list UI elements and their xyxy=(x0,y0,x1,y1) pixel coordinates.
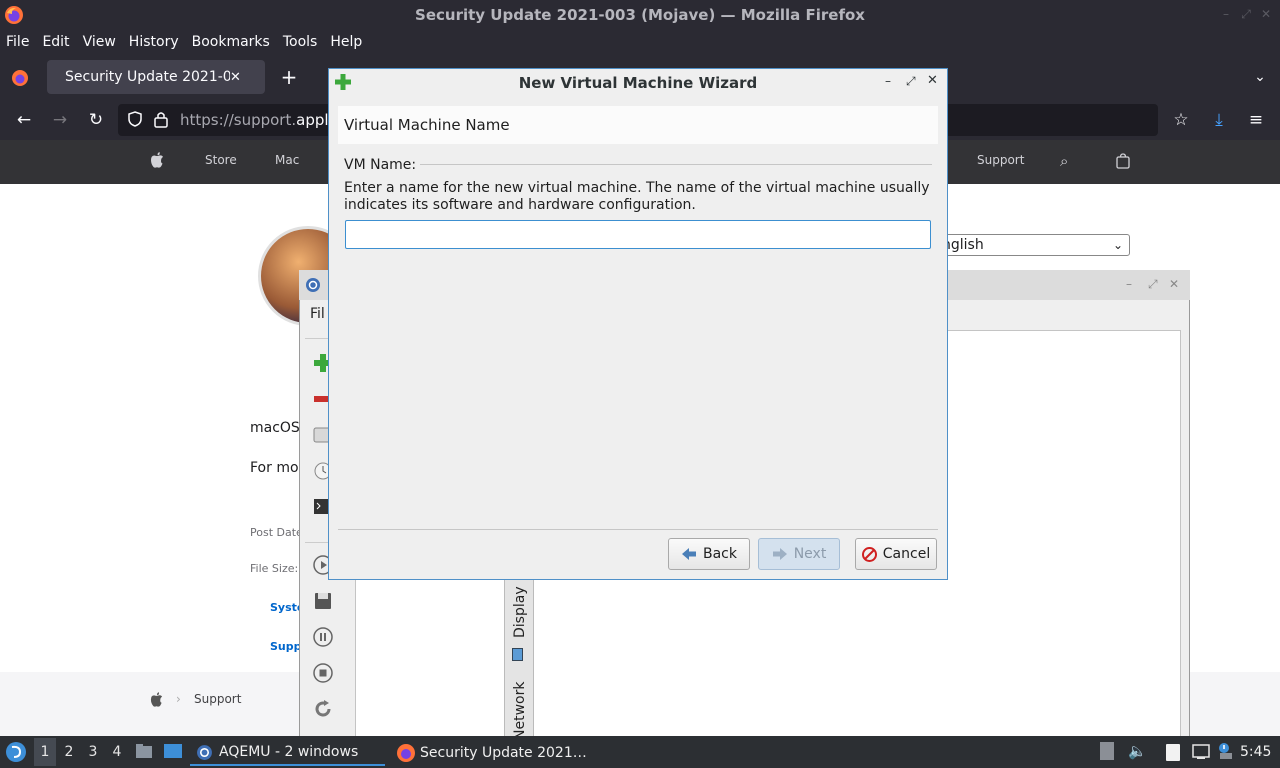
close-icon[interactable]: ✕ xyxy=(1259,7,1273,21)
wizard-maximize-icon[interactable]: ⤢ xyxy=(906,74,916,89)
menu-edit[interactable]: Edit xyxy=(42,34,69,50)
breadcrumb-chevron-icon: › xyxy=(176,692,181,706)
update-notifier-icon[interactable] xyxy=(1217,741,1235,761)
post-date-label: Post Date xyxy=(250,526,303,539)
next-arrow-icon xyxy=(772,547,788,561)
menu-file[interactable]: File xyxy=(6,34,29,50)
removable-drive-icon[interactable] xyxy=(1100,742,1114,760)
wizard-minimize-icon[interactable]: – xyxy=(885,74,891,88)
aqemu-app-icon xyxy=(306,278,320,292)
wizard-button-divider xyxy=(338,529,938,530)
taskbar-clock: 5:45 xyxy=(1240,744,1272,760)
chevron-down-icon: ⌄ xyxy=(1112,238,1123,252)
maximize-icon[interactable]: ⤢ xyxy=(1239,7,1253,21)
file-size-label: File Size: xyxy=(250,562,299,575)
firefox-title-bar: Security Update 2021-003 (Mojave) — Mozi… xyxy=(0,0,1280,30)
taskbar-firefox[interactable]: Security Update 2021… xyxy=(392,740,592,766)
breadcrumb-support[interactable]: Support xyxy=(194,692,241,706)
firefox-menu-bar: File Edit View History Bookmarks Tools H… xyxy=(0,30,1280,54)
menu-history[interactable]: History xyxy=(129,34,179,50)
save-icon[interactable] xyxy=(312,590,334,612)
start-menu-icon[interactable] xyxy=(5,741,27,763)
nav-mac[interactable]: Mac xyxy=(275,153,299,167)
stop-icon[interactable] xyxy=(312,662,334,684)
menu-bookmarks[interactable]: Bookmarks xyxy=(192,34,270,50)
back-button-label: Back xyxy=(703,546,737,562)
file-manager-icon[interactable] xyxy=(135,742,153,760)
text-macos: macOS xyxy=(250,420,300,436)
wizard-page-header: Virtual Machine Name xyxy=(338,106,938,144)
workspace-4[interactable]: 4 xyxy=(107,744,127,760)
tab-close-icon[interactable]: ✕ xyxy=(230,70,241,85)
forward-arrow-icon[interactable]: → xyxy=(48,108,72,132)
bookmark-star-icon[interactable]: ☆ xyxy=(1169,108,1193,132)
firefox-logo-icon xyxy=(5,6,23,24)
wizard-title: New Virtual Machine Wizard xyxy=(518,73,758,92)
vm-name-label: VM Name: xyxy=(344,157,417,173)
menu-view[interactable]: View xyxy=(83,34,116,50)
network-icon[interactable] xyxy=(1191,743,1211,761)
menu-tools[interactable]: Tools xyxy=(283,34,318,50)
new-vm-wizard-dialog xyxy=(328,68,948,580)
show-desktop-icon[interactable] xyxy=(163,742,183,760)
reload-icon[interactable]: ↻ xyxy=(84,108,108,132)
vm-name-groupbox-line xyxy=(420,164,932,165)
next-button[interactable]: Next xyxy=(758,538,840,570)
nav-support[interactable]: Support xyxy=(977,153,1024,167)
tab-display[interactable]: Display xyxy=(512,586,528,638)
taskbar-aqemu-label: AQEMU - 2 windows xyxy=(219,744,359,760)
window-title: Security Update 2021-003 (Mojave) — Mozi… xyxy=(415,6,865,24)
list-all-tabs-icon[interactable]: ⌄ xyxy=(1248,65,1272,89)
lock-icon[interactable] xyxy=(153,110,169,128)
nav-store[interactable]: Store xyxy=(205,153,237,167)
cancel-button[interactable]: Cancel xyxy=(855,538,937,570)
language-select-value: nglish xyxy=(942,237,984,253)
next-button-label: Next xyxy=(793,546,827,562)
clipboard-icon[interactable] xyxy=(1164,742,1182,762)
cancel-button-label: Cancel xyxy=(882,546,931,562)
aqemu-maximize-icon[interactable]: ⤢ xyxy=(1148,277,1158,292)
tab-title: Security Update 2021-003 (Mojave) xyxy=(65,69,230,85)
shield-icon[interactable] xyxy=(126,110,144,128)
browser-tab[interactable]: Security Update 2021-003 (Mojave) ✕ xyxy=(47,60,265,94)
hamburger-menu-icon[interactable]: ≡ xyxy=(1244,108,1268,132)
vm-name-input[interactable] xyxy=(345,220,931,249)
taskbar-firefox-label: Security Update 2021… xyxy=(420,745,587,761)
new-tab-icon[interactable]: + xyxy=(277,65,301,89)
wizard-close-icon[interactable]: ✕ xyxy=(927,73,938,88)
workspace-1[interactable]: 1 xyxy=(35,744,55,760)
search-icon[interactable]: ⌕ xyxy=(1060,152,1068,170)
url-prefix: https://support. xyxy=(180,111,297,129)
reset-icon[interactable] xyxy=(312,698,334,720)
cancel-icon xyxy=(861,546,877,562)
back-button[interactable]: Back xyxy=(668,538,750,570)
back-arrow-icon[interactable]: ← xyxy=(12,108,36,132)
language-select[interactable]: nglish ⌄ xyxy=(935,234,1130,256)
taskbar-aqemu[interactable]: AQEMU - 2 windows xyxy=(190,740,385,766)
pause-icon[interactable] xyxy=(312,626,334,648)
display-icon xyxy=(512,648,523,661)
firefox-view-icon[interactable] xyxy=(10,68,30,88)
shopping-bag-icon[interactable] xyxy=(1116,153,1130,169)
tab-network[interactable]: Network xyxy=(512,682,528,740)
menu-help[interactable]: Help xyxy=(330,34,362,50)
wizard-title-bar: New Virtual Machine Wizard xyxy=(329,69,947,96)
workspace-3[interactable]: 3 xyxy=(83,744,103,760)
wizard-add-icon xyxy=(335,74,351,90)
aqemu-minimize-icon[interactable]: – xyxy=(1126,277,1132,291)
firefox-task-icon xyxy=(397,744,415,762)
apple-logo-icon[interactable] xyxy=(150,152,164,169)
workspace-2[interactable]: 2 xyxy=(59,744,79,760)
aqemu-task-icon xyxy=(197,744,212,760)
aqemu-close-icon[interactable]: ✕ xyxy=(1169,277,1179,291)
volume-icon[interactable]: 🔈 xyxy=(1128,742,1147,760)
support-link[interactable]: Supp xyxy=(270,640,302,653)
vm-name-description: Enter a name for the new virtual machine… xyxy=(344,180,930,213)
footer-apple-logo-icon[interactable] xyxy=(150,692,163,708)
text-formore: For mor xyxy=(250,460,305,476)
back-arrow-icon xyxy=(681,547,697,561)
minimize-icon[interactable]: – xyxy=(1219,7,1233,21)
aqemu-menu-file[interactable]: Fil xyxy=(310,306,325,322)
downloads-icon[interactable]: ⤓ xyxy=(1207,108,1231,132)
